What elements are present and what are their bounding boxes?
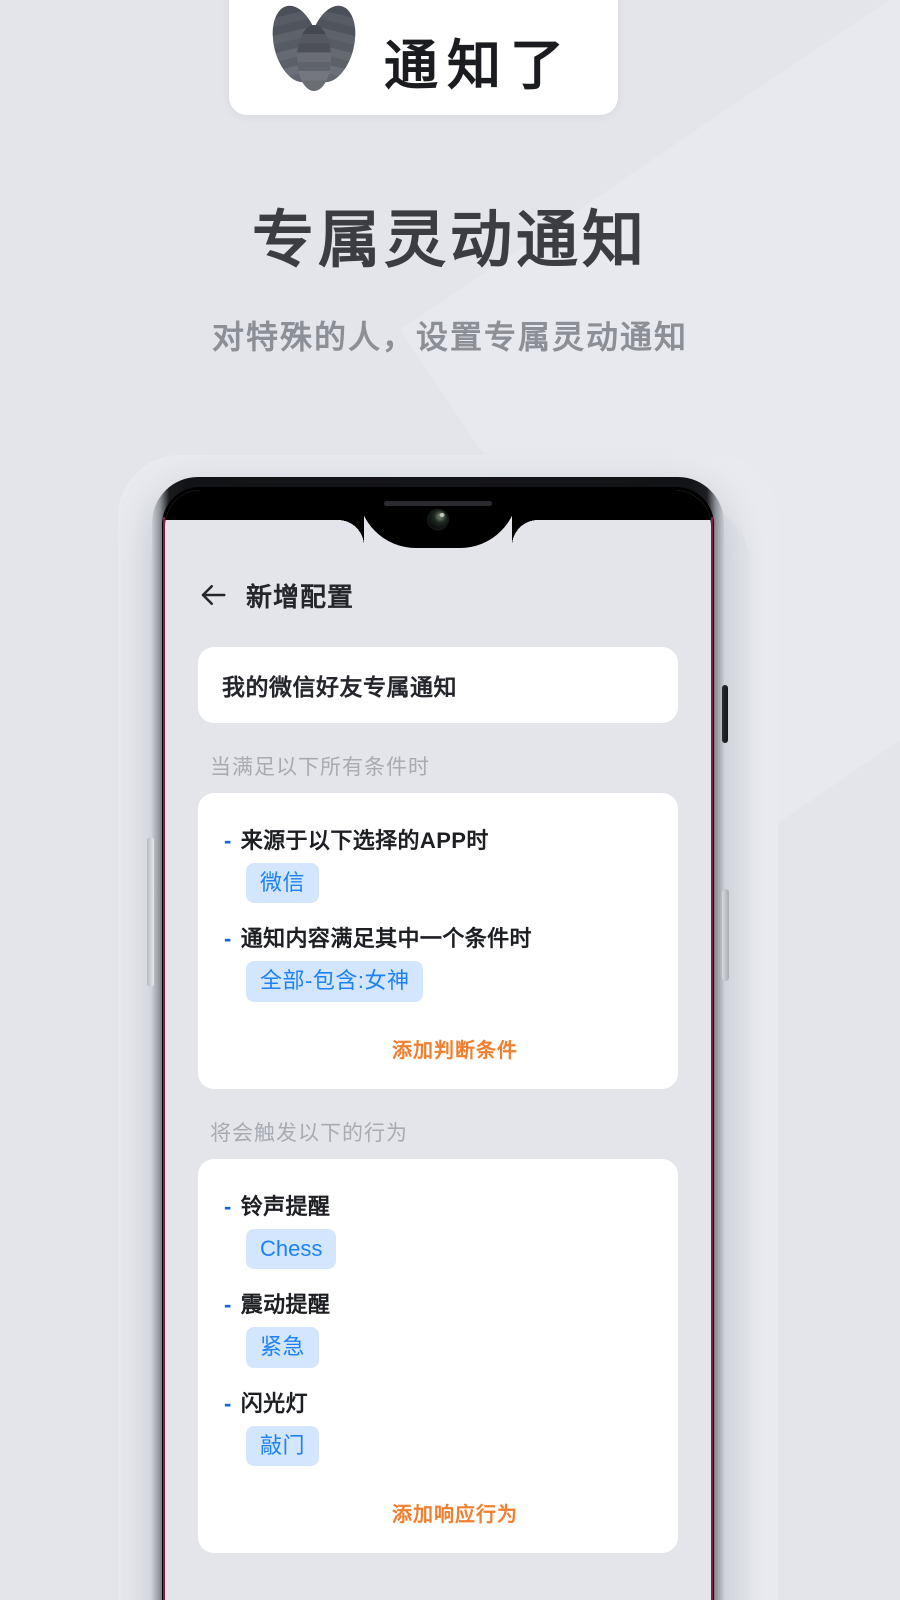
action-row[interactable]: - 闪光灯 敲门 (224, 1386, 652, 1466)
conditions-card: - 来源于以下选择的APP时 微信 - 通知内容满足其中一个条件时 全部-包含:… (198, 793, 678, 1089)
actions-card: - 铃声提醒 Chess - 震动提醒 紧急 - 闪光灯 敲门 添加响应行为 (198, 1158, 678, 1553)
page-title: 新增配置 (246, 581, 355, 612)
brand-logo-card: 通知了 (229, 0, 618, 115)
action-chips: 紧急 (246, 1327, 652, 1368)
condition-row-head: - 通知内容满足其中一个条件时 (224, 921, 652, 953)
action-label: 铃声提醒 (240, 1193, 331, 1219)
add-condition-button[interactable]: 添加判断条件 (258, 1020, 652, 1071)
back-arrow-icon[interactable] (198, 580, 228, 610)
front-camera-icon (428, 510, 448, 529)
action-label: 闪光灯 (240, 1390, 308, 1416)
notch-fill-right (512, 490, 711, 520)
action-label: 震动提醒 (240, 1292, 331, 1318)
dash-marker-icon: - (224, 1193, 232, 1219)
notch-curve-right (512, 520, 538, 546)
notch-fill-left (165, 490, 364, 520)
dash-marker-icon: - (224, 1390, 232, 1416)
brand-name: 通知了 (384, 36, 573, 96)
conditions-section-label: 当满足以下所有条件时 (210, 756, 430, 779)
hero-section: 专属灵动通知 对特殊的人，设置专属灵动通知 (0, 205, 900, 358)
dash-marker-icon: - (224, 926, 232, 952)
actions-section-label: 将会触发以下的行为 (210, 1121, 408, 1145)
action-chip[interactable]: 敲门 (246, 1425, 320, 1466)
action-chips: 敲门 (246, 1425, 652, 1466)
phone-volume-button-right[interactable] (722, 889, 729, 981)
three-petal-logo-icon (265, 0, 363, 93)
condition-chip[interactable]: 全部-包含:女神 (246, 961, 424, 1002)
condition-row-head: - 来源于以下选择的APP时 (224, 823, 652, 855)
condition-chips: 微信 (246, 863, 652, 904)
action-row-head: - 铃声提醒 (224, 1189, 652, 1221)
condition-label: 通知内容满足其中一个条件时 (240, 926, 532, 952)
condition-label: 来源于以下选择的APP时 (240, 828, 489, 853)
condition-chips: 全部-包含:女神 (246, 961, 652, 1002)
appbar: 新增配置 (198, 565, 678, 625)
condition-row[interactable]: - 来源于以下选择的APP时 微信 (224, 823, 652, 904)
action-row-head: - 震动提醒 (224, 1287, 652, 1319)
condition-chip[interactable]: 微信 (246, 863, 320, 904)
config-name-input[interactable] (198, 647, 678, 723)
add-action-button[interactable]: 添加响应行为 (258, 1484, 652, 1535)
action-chip[interactable]: Chess (246, 1228, 337, 1270)
condition-row[interactable]: - 通知内容满足其中一个条件时 全部-包含:女神 (224, 921, 652, 1002)
hero-title: 专属灵动通知 (251, 206, 648, 275)
app-content: 新增配置 当满足以下所有条件时 - 来源于以下选择的APP时 微信 (165, 490, 711, 1600)
action-row-head: - 闪光灯 (224, 1386, 652, 1418)
phone-mockup: 新增配置 当满足以下所有条件时 - 来源于以下选择的APP时 微信 (147, 477, 729, 1600)
phone-volume-button-left[interactable] (147, 837, 154, 987)
dash-marker-icon: - (224, 1292, 232, 1318)
phone-screen: 新增配置 当满足以下所有条件时 - 来源于以下选择的APP时 微信 (165, 490, 711, 1600)
hero-subtitle: 对特殊的人，设置专属灵动通知 (211, 319, 688, 356)
notch-curve-left (338, 520, 364, 546)
earpiece-speaker-icon (384, 501, 492, 506)
action-chip[interactable]: 紧急 (246, 1327, 320, 1368)
action-row[interactable]: - 铃声提醒 Chess (224, 1189, 652, 1270)
action-chips: Chess (246, 1228, 652, 1270)
action-row[interactable]: - 震动提醒 紧急 (224, 1287, 652, 1368)
dash-marker-icon: - (224, 828, 232, 853)
phone-bezel: 新增配置 当满足以下所有条件时 - 来源于以下选择的APP时 微信 (162, 487, 714, 1600)
phone-power-button[interactable] (722, 685, 728, 743)
logo-petal-middle (297, 25, 331, 91)
